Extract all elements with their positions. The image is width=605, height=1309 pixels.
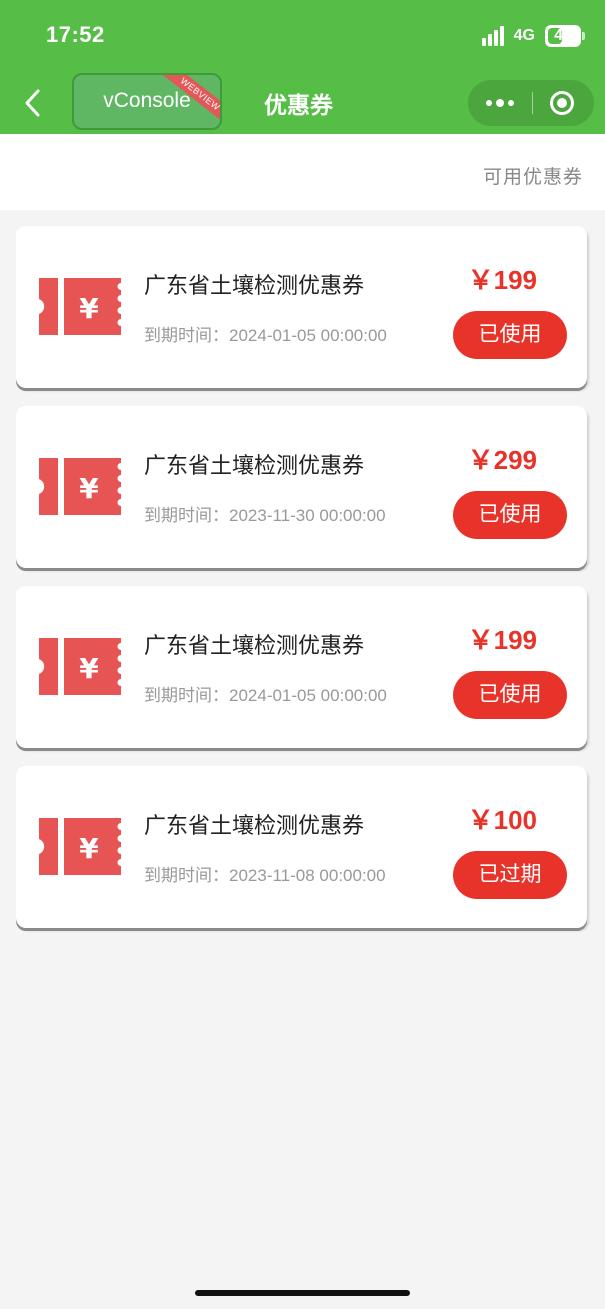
svg-text:¥: ¥ bbox=[79, 652, 99, 685]
signal-icon bbox=[481, 26, 504, 46]
coupon-status-button[interactable]: 已使用 bbox=[453, 311, 567, 359]
coupon-name: 广东省土壤检测优惠券 bbox=[144, 813, 365, 838]
battery-icon: 45 bbox=[545, 25, 585, 47]
available-coupons-link[interactable]: 可用优惠券 bbox=[483, 162, 583, 189]
svg-text:¥: ¥ bbox=[79, 832, 99, 865]
battery-level: 45 bbox=[554, 27, 572, 44]
coupon-name: 广东省土壤检测优惠券 bbox=[144, 453, 365, 478]
coupon-expiry: 到期时间：2024-01-05 00:00:00 bbox=[144, 326, 387, 345]
coupon-name: 广东省土壤检测优惠券 bbox=[144, 273, 365, 298]
page-title: 优惠券 bbox=[264, 92, 333, 118]
chevron-left-icon bbox=[25, 89, 40, 117]
coupon-price: ￥199 bbox=[467, 265, 537, 295]
ticket-icon: ¥ bbox=[39, 278, 121, 335]
network-type: 4G bbox=[513, 27, 535, 44]
ticket-icon: ¥ bbox=[39, 638, 121, 695]
coupon-price: ￥299 bbox=[467, 445, 537, 475]
coupon-price: ￥199 bbox=[467, 625, 537, 655]
coupon-status-button[interactable]: 已使用 bbox=[453, 671, 567, 719]
coupon-card[interactable]: ¥ 广东省土壤检测优惠券 到期时间：2023-11-08 00:00:00 ￥1… bbox=[16, 766, 587, 928]
ticket-icon: ¥ bbox=[39, 818, 121, 875]
top-bar: 17:52 4G 45 vConsole WEBVIEW 优惠券 bbox=[0, 0, 605, 134]
battery-cap bbox=[582, 32, 585, 40]
capsule-divider bbox=[532, 92, 533, 114]
coupon-card[interactable]: ¥ 广东省土壤检测优惠券 到期时间：2024-01-05 00:00:00 ￥1… bbox=[16, 586, 587, 748]
coupon-expiry: 到期时间：2023-11-30 00:00:00 bbox=[144, 506, 386, 525]
coupon-expiry: 到期时间：2024-01-05 00:00:00 bbox=[144, 686, 387, 705]
svg-text:¥: ¥ bbox=[79, 472, 99, 505]
coupon-expiry: 到期时间：2023-11-08 00:00:00 bbox=[144, 866, 386, 885]
coupon-list: ¥ 广东省土壤检测优惠券 到期时间：2024-01-05 00:00:00 ￥1… bbox=[16, 226, 587, 946]
more-button[interactable] bbox=[468, 80, 532, 126]
coupon-status-button[interactable]: 已过期 bbox=[453, 851, 567, 899]
home-indicator[interactable] bbox=[195, 1290, 410, 1296]
coupon-name: 广东省土壤检测优惠券 bbox=[144, 633, 365, 658]
coupon-card[interactable]: ¥ 广东省土壤检测优惠券 到期时间：2024-01-05 00:00:00 ￥1… bbox=[16, 226, 587, 388]
svg-text:¥: ¥ bbox=[79, 292, 99, 325]
vconsole-button[interactable]: vConsole WEBVIEW bbox=[72, 73, 222, 130]
subheader: 可用优惠券 bbox=[0, 134, 605, 210]
status-indicators: 4G 45 bbox=[481, 24, 585, 48]
back-button[interactable] bbox=[20, 86, 48, 120]
coupon-card[interactable]: ¥ 广东省土壤检测优惠券 到期时间：2023-11-30 00:00:00 ￥2… bbox=[16, 406, 587, 568]
status-time: 17:52 bbox=[46, 22, 105, 47]
coupon-price: ￥100 bbox=[467, 805, 537, 835]
ticket-icon: ¥ bbox=[39, 458, 121, 515]
miniprogram-capsule bbox=[468, 80, 594, 126]
close-miniprogram-button[interactable] bbox=[550, 91, 574, 115]
coupon-status-button[interactable]: 已使用 bbox=[453, 491, 567, 539]
